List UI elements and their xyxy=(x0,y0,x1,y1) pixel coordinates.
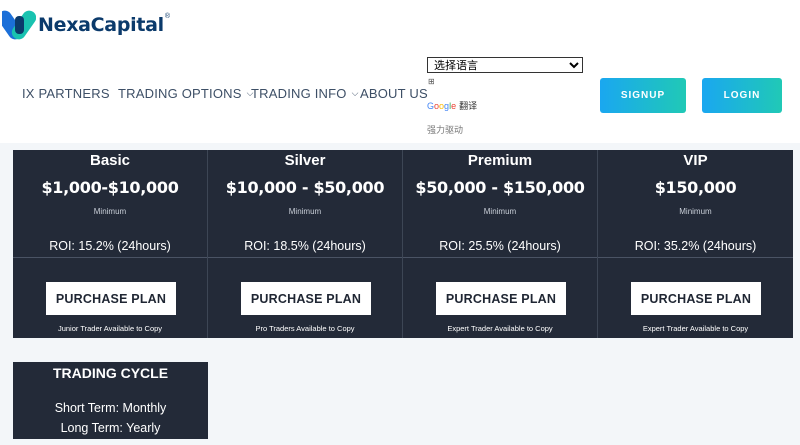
plan-card-basic: Basic $1,000-$10,000 Minimum ROI: 15.2% … xyxy=(13,150,208,338)
plan-card-silver: Silver $10,000 - $50,000 Minimum ROI: 18… xyxy=(208,150,403,338)
cycle-long-term: Long Term: Yearly xyxy=(60,421,161,435)
plan-note: Pro Traders Available to Copy xyxy=(255,324,355,333)
main-nav: IX PARTNERS TRADING OPTIONS ⌵ TRADING IN… xyxy=(22,86,428,101)
trading-cycle-card: TRADING CYCLE Short Term: Monthly Long T… xyxy=(13,362,208,439)
purchase-plan-button[interactable]: PURCHASE PLAN xyxy=(631,282,761,315)
google-translate-branding[interactable]: Google 翻译 xyxy=(427,99,478,113)
login-button[interactable]: LOGIN xyxy=(702,78,782,113)
plan-name: VIP xyxy=(683,152,708,169)
purchase-plan-button[interactable]: PURCHASE PLAN xyxy=(241,282,371,315)
plan-note: Expert Trader Available to Copy xyxy=(447,324,553,333)
plan-roi: ROI: 15.2% (24hours) xyxy=(49,239,171,253)
signup-button[interactable]: SIGNUP xyxy=(600,78,686,113)
cycle-short-term: Short Term: Monthly xyxy=(54,401,167,415)
divider xyxy=(13,257,207,258)
plan-min-label: Minimum xyxy=(93,207,127,216)
plan-roi: ROI: 35.2% (24hours) xyxy=(634,239,757,253)
translate-widget-icon: ⊞ xyxy=(428,77,435,86)
investment-plans: Basic $1,000-$10,000 Minimum ROI: 15.2% … xyxy=(13,150,793,338)
plan-name: Premium xyxy=(467,152,533,169)
plan-price: $50,000 - $150,000 xyxy=(415,178,585,197)
plan-min-label: Minimum xyxy=(679,207,712,216)
brand-logo[interactable]: NexaCapital ® xyxy=(2,8,170,42)
nav-item-trading-options[interactable]: TRADING OPTIONS ⌵ xyxy=(118,86,253,101)
plan-min-label: Minimum xyxy=(288,207,322,216)
translate-label: 翻译 xyxy=(459,102,478,112)
plan-roi: ROI: 25.5% (24hours) xyxy=(439,239,561,253)
plan-name: Silver xyxy=(284,152,326,169)
plan-note: Junior Trader Available to Copy xyxy=(57,324,163,333)
divider xyxy=(208,257,402,258)
nexacapital-logo-icon xyxy=(2,10,36,40)
site-header: NexaCapital ® IX PARTNERS TRADING OPTION… xyxy=(0,0,800,143)
plan-price: $150,000 xyxy=(654,178,737,197)
plan-min-label: Minimum xyxy=(483,207,517,216)
registered-mark: ® xyxy=(164,12,171,20)
divider xyxy=(598,257,793,258)
nav-item-about-us[interactable]: ABOUT US xyxy=(360,86,428,101)
nav-item-ix-partners[interactable]: IX PARTNERS xyxy=(22,86,118,101)
plan-note: Expert Trader Available to Copy xyxy=(642,324,749,333)
plan-name: Basic xyxy=(89,152,131,169)
plan-card-vip: VIP $150,000 Minimum ROI: 35.2% (24hours… xyxy=(598,150,793,338)
nav-item-trading-info[interactable]: TRADING INFO ⌵ xyxy=(251,86,360,101)
plan-price: $1,000-$10,000 xyxy=(41,178,179,197)
trading-cycle-title: TRADING CYCLE xyxy=(52,365,169,381)
powered-by-text: 强力驱动 xyxy=(427,126,464,136)
plan-card-premium: Premium $50,000 - $150,000 Minimum ROI: … xyxy=(403,150,598,338)
brand-name: NexaCapital xyxy=(38,14,164,36)
plan-price: $10,000 - $50,000 xyxy=(225,178,385,197)
purchase-plan-button[interactable]: PURCHASE PLAN xyxy=(436,282,566,315)
plan-roi: ROI: 18.5% (24hours) xyxy=(244,239,366,253)
purchase-plan-button[interactable]: PURCHASE PLAN xyxy=(46,282,176,315)
divider xyxy=(403,257,597,258)
language-select[interactable]: 选择语言 xyxy=(427,57,583,73)
chevron-down-icon: ⌵ xyxy=(351,88,359,98)
